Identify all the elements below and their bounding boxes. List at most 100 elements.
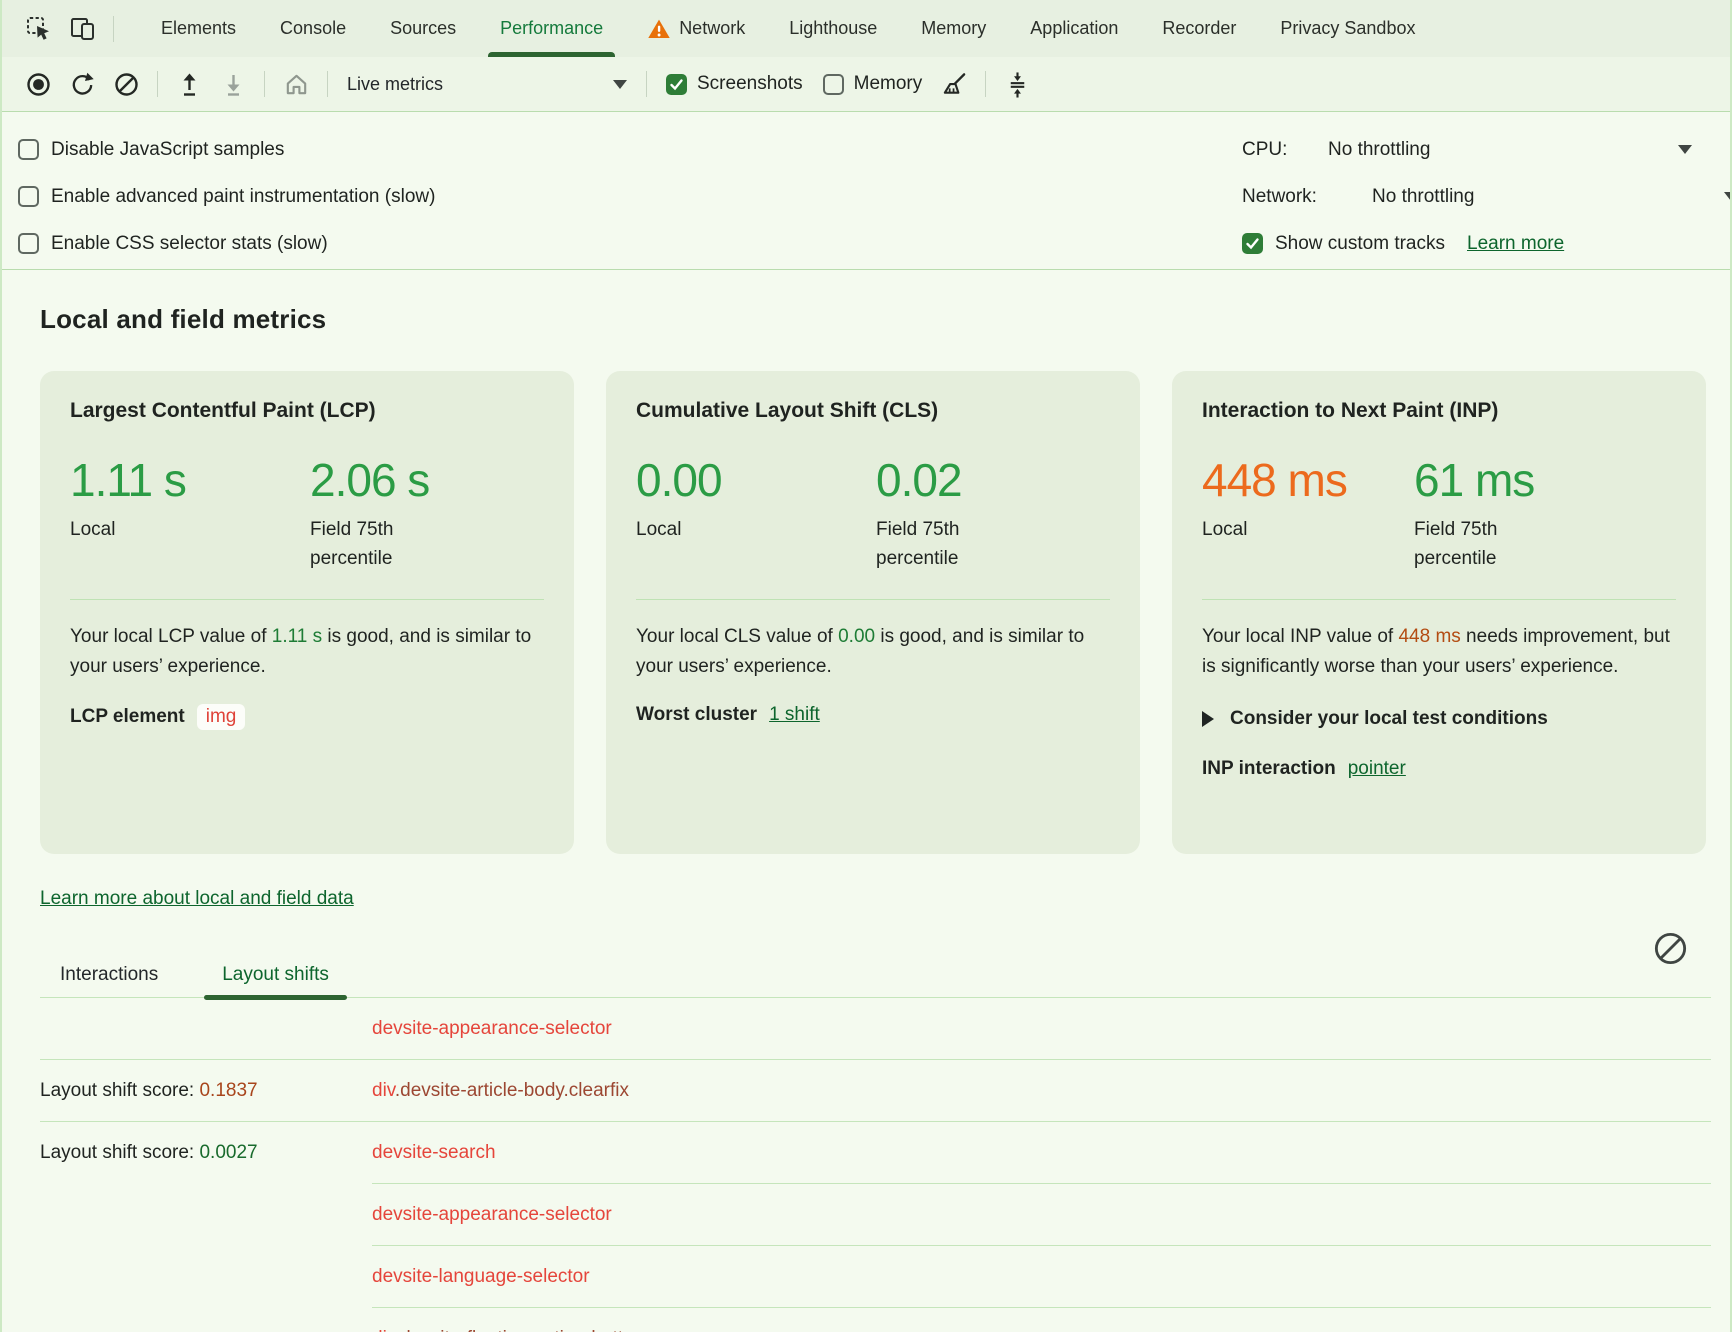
cpu-throttling-select[interactable]: No throttling bbox=[1328, 139, 1430, 161]
network-throttling-select[interactable]: No throttling bbox=[1372, 186, 1474, 208]
lcp-field-value: 2.06 s bbox=[310, 453, 445, 507]
lcp-card: Largest Contentful Paint (LCP) 1.11 s Lo… bbox=[40, 371, 574, 854]
unchecked-checkbox-icon bbox=[823, 74, 844, 95]
tab-privacy-sandbox[interactable]: Privacy Sandbox bbox=[1258, 0, 1437, 57]
layout-shift-row: devsite-appearance-selector bbox=[40, 1184, 1711, 1246]
cls-description: Your local CLS value of 0.00 is good, an… bbox=[636, 622, 1110, 682]
tab-network[interactable]: Network bbox=[625, 0, 767, 57]
cls-local-value: 0.00 bbox=[636, 453, 876, 507]
checked-checkbox-icon bbox=[1242, 233, 1263, 254]
tab-interactions[interactable]: Interactions bbox=[40, 952, 178, 997]
lcp-description: Your local LCP value of 1.11 s is good, … bbox=[70, 622, 544, 682]
inspect-element-icon[interactable] bbox=[23, 14, 53, 44]
device-toolbar-icon[interactable] bbox=[67, 14, 97, 44]
tab-lighthouse[interactable]: Lighthouse bbox=[767, 0, 899, 57]
tab-layout-shifts[interactable]: Layout shifts bbox=[202, 952, 349, 997]
record-icon[interactable] bbox=[23, 69, 53, 99]
layout-shift-row: devsite-language-selector bbox=[40, 1246, 1711, 1308]
divider bbox=[636, 599, 1110, 600]
inp-interaction-label: INP interaction bbox=[1202, 758, 1336, 780]
tab-sources[interactable]: Sources bbox=[368, 0, 478, 57]
lcp-element-chip[interactable]: img bbox=[197, 704, 246, 730]
worst-cluster-label: Worst cluster bbox=[636, 704, 757, 726]
consider-local-test-conditions-disclosure[interactable]: Consider your local test conditions bbox=[1202, 708, 1676, 730]
log-tab-bar: Interactions Layout shifts bbox=[40, 952, 1711, 998]
clear-log-icon[interactable] bbox=[1652, 930, 1689, 967]
reload-icon[interactable] bbox=[67, 69, 97, 99]
performance-toolbar: Live metrics Screenshots Memory bbox=[2, 57, 1730, 112]
devtools-performance-panel: Elements Console Sources Performance Net… bbox=[0, 0, 1732, 1332]
chevron-down-icon bbox=[613, 80, 627, 89]
divider bbox=[985, 71, 986, 97]
layout-shift-rows: devsite-appearance-selector Layout shift… bbox=[40, 998, 1711, 1332]
inp-description: Your local INP value of 448 ms needs imp… bbox=[1202, 622, 1676, 682]
network-throttling-row: Network: No throttling bbox=[1242, 173, 1732, 220]
divider bbox=[327, 71, 328, 97]
shift-element-link[interactable]: devsite-appearance-selector bbox=[372, 1018, 612, 1040]
panel-tabs: Elements Console Sources Performance Net… bbox=[139, 0, 1437, 57]
tab-elements[interactable]: Elements bbox=[139, 0, 258, 57]
show-custom-tracks-row[interactable]: Show custom tracks Learn more bbox=[1242, 220, 1732, 267]
cls-local-label: Local bbox=[636, 515, 771, 544]
collapse-icon[interactable] bbox=[1002, 69, 1032, 99]
memory-checkbox[interactable]: Memory bbox=[823, 73, 923, 95]
chevron-down-icon[interactable] bbox=[1724, 192, 1732, 201]
cpu-throttling-row: CPU: No throttling bbox=[1242, 126, 1732, 173]
inp-interaction-link[interactable]: pointer bbox=[1348, 758, 1406, 780]
worst-cluster-link[interactable]: 1 shift bbox=[769, 704, 820, 726]
divider bbox=[70, 599, 544, 600]
tab-console[interactable]: Console bbox=[258, 0, 368, 57]
unchecked-checkbox-icon bbox=[18, 139, 39, 160]
lcp-local-label: Local bbox=[70, 515, 205, 544]
download-profile-icon[interactable] bbox=[218, 69, 248, 99]
capture-settings-pane: Disable JavaScript samples Enable advanc… bbox=[2, 112, 1730, 270]
tab-performance[interactable]: Performance bbox=[478, 0, 625, 57]
clear-icon[interactable] bbox=[111, 69, 141, 99]
tab-recorder[interactable]: Recorder bbox=[1140, 0, 1258, 57]
network-label: Network: bbox=[1242, 186, 1372, 208]
shift-element-link[interactable]: div.devsite-article-body.clearfix bbox=[372, 1080, 629, 1102]
upload-profile-icon[interactable] bbox=[174, 69, 204, 99]
lcp-card-title: Largest Contentful Paint (LCP) bbox=[70, 399, 544, 423]
shift-score: 0.1837 bbox=[199, 1080, 257, 1101]
learn-more-link[interactable]: Learn more bbox=[1467, 233, 1564, 255]
cls-card-title: Cumulative Layout Shift (CLS) bbox=[636, 399, 1110, 423]
home-icon[interactable] bbox=[281, 69, 311, 99]
lcp-local-value: 1.11 s bbox=[70, 453, 310, 507]
lcp-field-label: Field 75th percentile bbox=[310, 515, 445, 573]
inp-local-label: Local bbox=[1202, 515, 1337, 544]
show-custom-tracks-label: Show custom tracks bbox=[1275, 233, 1445, 255]
cls-field-label: Field 75th percentile bbox=[876, 515, 1011, 573]
cpu-label: CPU: bbox=[1242, 139, 1328, 161]
inp-field-label: Field 75th percentile bbox=[1414, 515, 1549, 573]
tab-memory[interactable]: Memory bbox=[899, 0, 1008, 57]
metric-cards: Largest Contentful Paint (LCP) 1.11 s Lo… bbox=[40, 371, 1730, 854]
shift-score: 0.0027 bbox=[199, 1142, 257, 1163]
divider bbox=[646, 71, 647, 97]
layout-shift-row: devsite-appearance-selector bbox=[40, 998, 1711, 1060]
layout-shift-row: div.devsite-floating-action-buttons bbox=[40, 1308, 1711, 1332]
shift-element-link[interactable]: devsite-search bbox=[372, 1142, 496, 1164]
unchecked-checkbox-icon bbox=[18, 186, 39, 207]
cls-field-value: 0.02 bbox=[876, 453, 1011, 507]
checked-checkbox-icon bbox=[666, 74, 687, 95]
inp-card: Interaction to Next Paint (INP) 448 ms L… bbox=[1172, 371, 1706, 854]
tab-application[interactable]: Application bbox=[1008, 0, 1140, 57]
shift-element-link[interactable]: devsite-appearance-selector bbox=[372, 1204, 612, 1226]
live-metrics-view: Local and field metrics Largest Contentf… bbox=[2, 270, 1730, 1332]
divider bbox=[113, 16, 114, 42]
shift-element-link[interactable]: div.devsite-floating-action-buttons bbox=[372, 1328, 654, 1332]
inp-card-title: Interaction to Next Paint (INP) bbox=[1202, 399, 1676, 423]
divider bbox=[1202, 599, 1676, 600]
gc-broom-icon[interactable] bbox=[939, 69, 969, 99]
chevron-down-icon[interactable] bbox=[1678, 145, 1692, 154]
learn-more-local-field-data-link[interactable]: Learn more about local and field data bbox=[40, 888, 354, 910]
inp-local-value: 448 ms bbox=[1202, 453, 1414, 507]
cls-card: Cumulative Layout Shift (CLS) 0.00 Local… bbox=[606, 371, 1140, 854]
screenshots-checkbox[interactable]: Screenshots bbox=[666, 73, 803, 95]
layout-shift-row: Layout shift score: 0.1837 div.devsite-a… bbox=[40, 1060, 1711, 1122]
divider bbox=[157, 71, 158, 97]
layout-shift-row: Layout shift score: 0.0027 devsite-searc… bbox=[40, 1122, 1711, 1184]
live-metrics-dropdown[interactable]: Live metrics bbox=[337, 74, 637, 95]
shift-element-link[interactable]: devsite-language-selector bbox=[372, 1266, 590, 1288]
